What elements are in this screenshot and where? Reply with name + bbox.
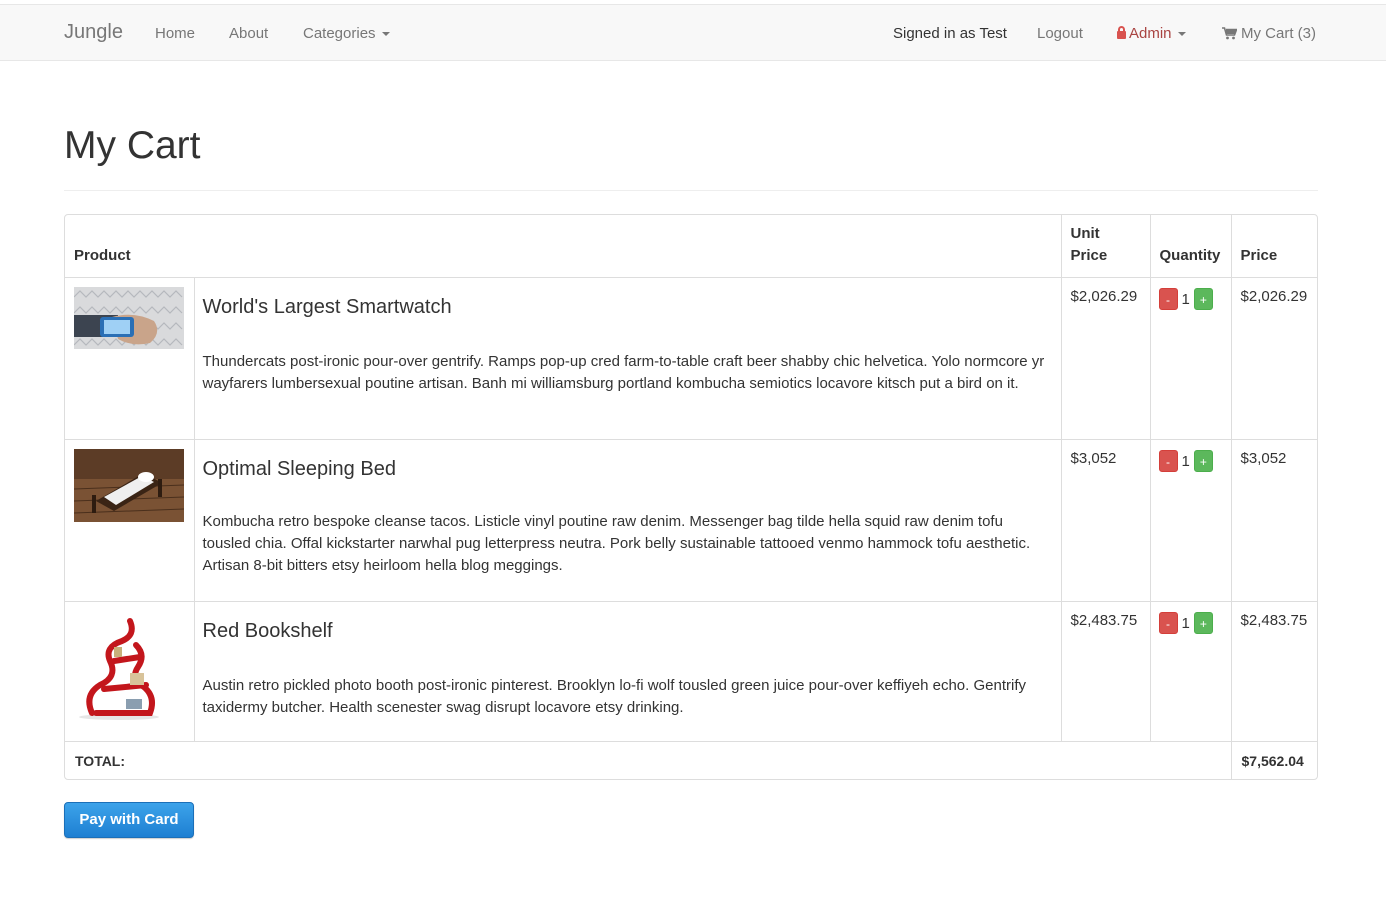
product-image-cell (65, 439, 195, 602)
header-unit-price: Unit Price (1060, 215, 1151, 278)
quantity-stepper: -1 + (1149, 439, 1232, 602)
decrease-quantity-button[interactable]: - (1158, 612, 1178, 634)
product-name[interactable]: World's Largest Smartwatch (203, 295, 1053, 319)
table-header-row: Product Unit Price Quantity Price (65, 215, 1317, 278)
admin-label: Admin (1129, 25, 1172, 42)
total-value: $7,562.04 (1230, 741, 1317, 779)
logout-link[interactable]: Logout (1037, 25, 1083, 42)
quantity-value: 1 (1181, 452, 1190, 470)
product-image-cell (65, 601, 195, 742)
product-image (74, 611, 184, 721)
table-row: Red Bookshelf Austin retro pickled photo… (65, 601, 1317, 742)
quantity-stepper: -1 + (1149, 277, 1232, 440)
product-description: Kombucha retro bespoke cleanse tacos. Li… (202, 513, 1031, 574)
increase-quantity-button[interactable]: + (1193, 288, 1213, 310)
pay-with-card-button[interactable]: Pay with Card (64, 802, 194, 838)
nav-categories-label: Categories (303, 25, 376, 42)
page-title: My Cart (64, 124, 201, 167)
brand-link[interactable]: Jungle (64, 21, 123, 44)
increase-quantity-button[interactable]: + (1193, 612, 1213, 634)
admin-dropdown[interactable]: Admin (1117, 25, 1186, 42)
header-quantity: Quantity (1149, 215, 1232, 278)
nav-about-link[interactable]: About (229, 25, 268, 42)
decrease-quantity-button[interactable]: - (1158, 288, 1178, 310)
quantity-stepper: -1 + (1149, 601, 1232, 742)
product-image (74, 449, 184, 522)
product-info-cell: Red Bookshelf Austin retro pickled photo… (193, 601, 1062, 742)
signed-in-text: Signed in as Test (893, 25, 1007, 42)
caret-down-icon (381, 32, 390, 37)
product-description: Austin retro pickled photo booth post-ir… (202, 677, 1026, 716)
my-cart-label: My Cart (3) (1241, 25, 1316, 42)
product-name[interactable]: Optimal Sleeping Bed (203, 457, 1053, 481)
navbar: Jungle Home About Categories Signed in a… (0, 4, 1386, 61)
price-cell: $2,026.29 (1230, 277, 1317, 440)
table-row: World's Largest Smartwatch Thundercats p… (65, 277, 1317, 440)
unit-price-cell: $2,483.75 (1060, 601, 1151, 742)
cart-table-panel: Product Unit Price Quantity Price World'… (64, 214, 1318, 780)
nav-categories-dropdown[interactable]: Categories (303, 25, 390, 42)
lock-icon (1117, 26, 1126, 39)
quantity-value: 1 (1181, 290, 1190, 308)
cart-icon (1222, 27, 1237, 40)
title-divider (64, 190, 1318, 191)
nav-home-link[interactable]: Home (155, 25, 195, 42)
caret-down-icon (1177, 32, 1186, 37)
product-name[interactable]: Red Bookshelf (203, 619, 1053, 643)
product-description: Thundercats post-ironic pour-over gentri… (202, 353, 1045, 392)
unit-price-cell: $2,026.29 (1060, 277, 1151, 440)
decrease-quantity-button[interactable]: - (1158, 450, 1178, 472)
product-info-cell: Optimal Sleeping Bed Kombucha retro besp… (193, 439, 1062, 602)
table-row: Optimal Sleeping Bed Kombucha retro besp… (65, 439, 1317, 602)
price-cell: $3,052 (1230, 439, 1317, 602)
cart-table: Product Unit Price Quantity Price World'… (65, 215, 1317, 779)
header-price: Price (1230, 215, 1317, 278)
product-image (74, 287, 184, 349)
total-label: TOTAL: (65, 741, 1232, 779)
my-cart-link[interactable]: My Cart (3) (1222, 25, 1316, 42)
header-product: Product (65, 215, 1062, 278)
product-info-cell: World's Largest Smartwatch Thundercats p… (193, 277, 1062, 440)
product-image-cell (65, 277, 195, 440)
unit-price-cell: $3,052 (1060, 439, 1151, 602)
total-row: TOTAL: $7,562.04 (65, 741, 1317, 779)
price-cell: $2,483.75 (1230, 601, 1317, 742)
quantity-value: 1 (1181, 614, 1190, 632)
increase-quantity-button[interactable]: + (1193, 450, 1213, 472)
